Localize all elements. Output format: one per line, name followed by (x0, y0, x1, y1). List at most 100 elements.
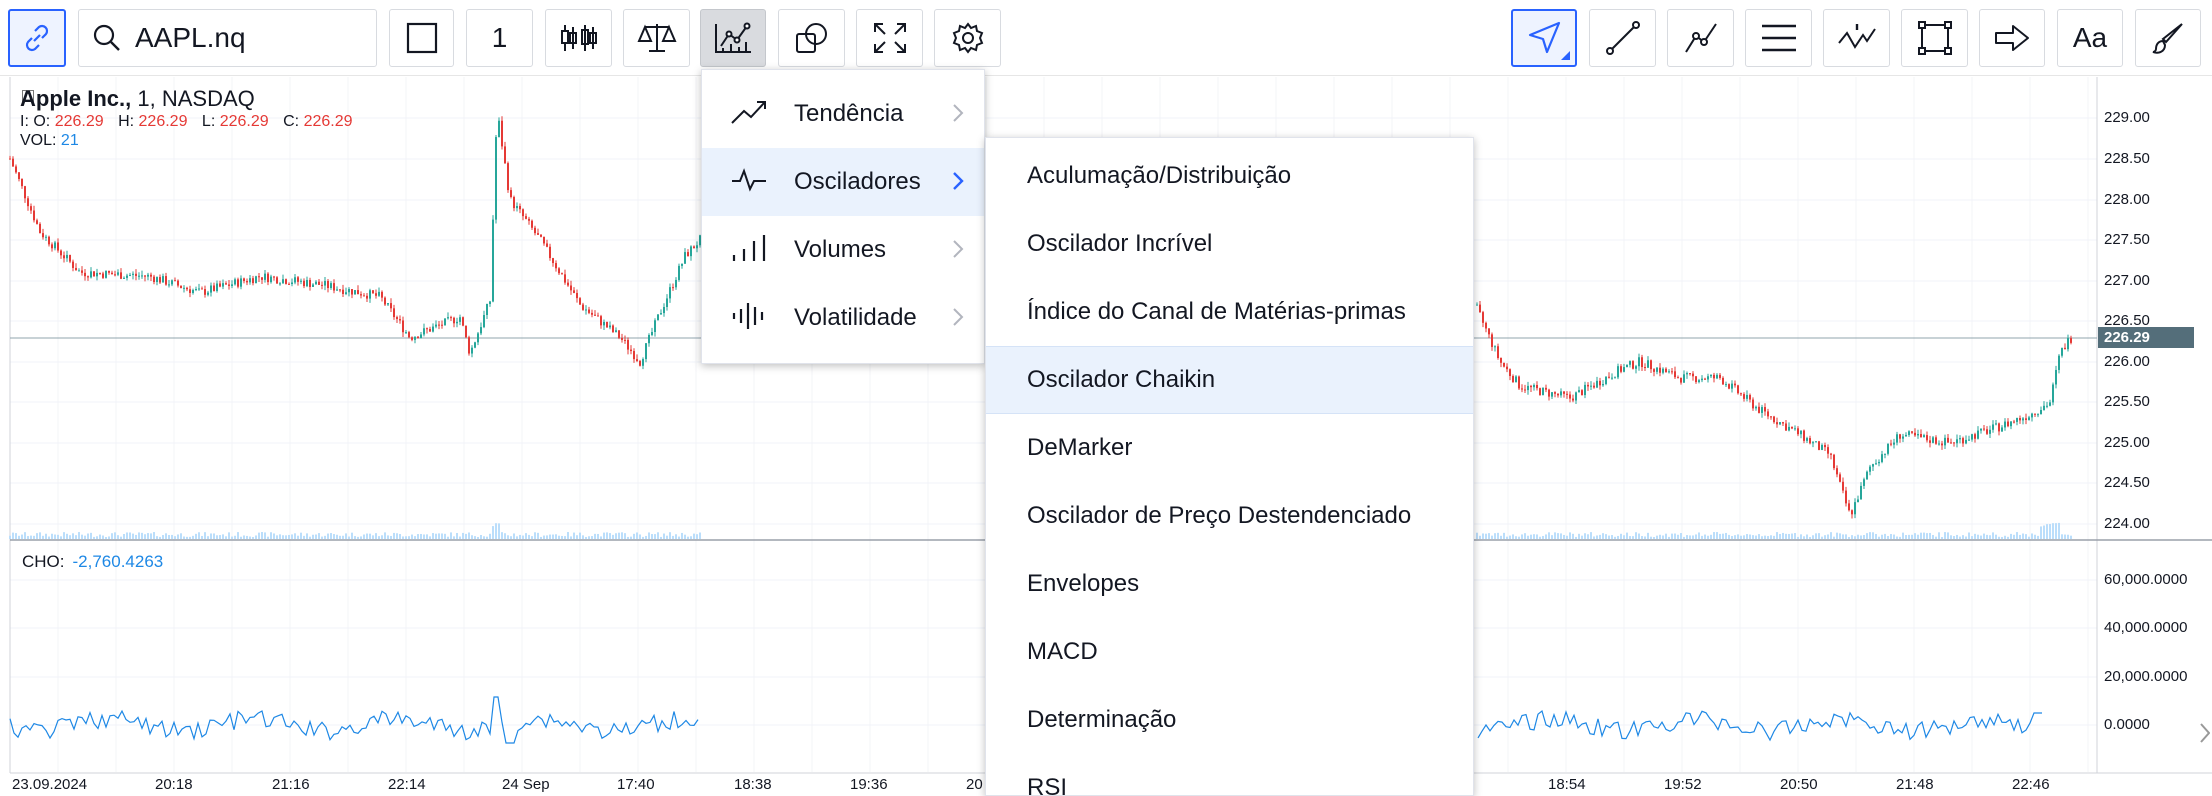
candle-body (1671, 371, 1673, 373)
volume-bar (171, 534, 173, 539)
symbol-search-input[interactable]: AAPL.nq (78, 9, 377, 67)
volume-bar (1650, 536, 1652, 539)
volume-bar (288, 534, 290, 539)
candle-body (1905, 434, 1907, 437)
candle-body (528, 218, 530, 221)
candles-button[interactable] (545, 9, 612, 67)
candle-body (1875, 463, 1877, 465)
submenu-item[interactable]: Envelopes (986, 550, 1473, 618)
volume-bar (108, 536, 110, 539)
volume-bar (129, 532, 131, 539)
candle-body (510, 190, 512, 198)
volume-bar (390, 535, 392, 539)
candle-body (285, 279, 287, 284)
menu-item-volumes[interactable]: Volumes (702, 216, 984, 284)
pattern-tool-button[interactable] (1823, 9, 1890, 67)
candle-body (633, 351, 635, 360)
shapes-button[interactable] (778, 9, 845, 67)
settings-button[interactable] (934, 9, 1001, 67)
volume-bar (549, 534, 551, 539)
candle-body (384, 297, 386, 305)
candle-body (1626, 364, 1628, 368)
candle-body (1620, 366, 1622, 372)
volume-bar (1611, 535, 1613, 539)
candle-body (297, 277, 299, 282)
volume-bar (516, 536, 518, 539)
candle-body (657, 314, 659, 321)
volume-bar (1821, 536, 1823, 539)
candle-body (1971, 434, 1973, 440)
candle-body (276, 277, 278, 284)
submenu-item[interactable]: RSI (986, 754, 1473, 795)
search-icon (93, 24, 120, 51)
fullscreen-button[interactable] (856, 9, 923, 67)
volume-bar (1881, 534, 1883, 539)
candle-body (1587, 384, 1589, 387)
cursor-tool-button[interactable] (1511, 9, 1577, 67)
indicators-button[interactable] (700, 9, 766, 67)
candle-body (1773, 416, 1775, 423)
volume-bar (1599, 534, 1601, 539)
volume-bar (2022, 533, 2024, 539)
volume-bar (1719, 533, 1721, 539)
candle-body (654, 320, 656, 333)
candle-body (1695, 376, 1697, 383)
candle-body (120, 272, 122, 279)
volume-bar (1764, 535, 1766, 539)
volume-bar (207, 536, 209, 539)
volume-bar (1698, 532, 1700, 539)
volume-bar (567, 532, 569, 539)
candle-body (141, 275, 143, 277)
submenu-item[interactable]: DeMarker (986, 414, 1473, 482)
ohlc-low-key: L: (201, 113, 216, 130)
candle-body (1656, 367, 1658, 372)
candle-body (162, 276, 164, 283)
submenu-item[interactable]: Oscilador Incrível (986, 210, 1473, 278)
volume-value: 21 (60, 132, 79, 149)
time-label: 21:16 (272, 776, 310, 793)
rectangle-tool-button[interactable] (1901, 9, 1968, 67)
submenu-item[interactable]: Aculumação/Distribuição (986, 142, 1473, 210)
candle-body (1929, 440, 1931, 443)
compare-button[interactable] (623, 9, 690, 67)
submenu-item[interactable]: Oscilador de Preço Destendenciado (986, 482, 1473, 550)
candle-body (1794, 428, 1796, 430)
candle-body (549, 246, 551, 259)
volume-bar (117, 535, 119, 539)
submenu-item[interactable]: Índice do Canal de Matérias-primas (986, 278, 1473, 346)
candle-body (537, 233, 539, 235)
arrow-tool-button[interactable] (1979, 9, 2045, 67)
volume-bar (1782, 532, 1784, 539)
interval-button[interactable]: 1 (466, 9, 533, 67)
text-tool-button[interactable]: Aa (2057, 9, 2123, 67)
fib-tool-button[interactable] (1745, 9, 1812, 67)
menu-item-trend[interactable]: Tendência (702, 80, 984, 148)
candle-body (564, 274, 566, 283)
volume-bar (2046, 524, 2048, 539)
trendline-tool-button[interactable] (1589, 9, 1656, 67)
volume-bar (414, 536, 416, 539)
volume-key: VOL: (20, 132, 57, 149)
candle-body (174, 280, 176, 282)
brush-tool-button[interactable] (2135, 9, 2201, 67)
menu-item-oscillators[interactable]: Osciladores (702, 148, 984, 216)
scroll-right-icon[interactable] (2200, 722, 2211, 749)
polyline-tool-button[interactable] (1667, 9, 1734, 67)
candle-body (243, 278, 245, 282)
candle-body (132, 273, 134, 275)
candle-body (126, 275, 128, 278)
square-icon (406, 22, 437, 54)
candle-body (1644, 367, 1646, 369)
volume-bar (315, 534, 317, 539)
submenu-item[interactable]: Determinação (986, 686, 1473, 754)
volume-bar (1680, 533, 1682, 539)
chart-style-button[interactable] (389, 9, 454, 67)
link-button[interactable] (8, 9, 66, 67)
submenu-item[interactable]: MACD (986, 618, 1473, 686)
menu-item-volatility[interactable]: Volatilidade (702, 284, 984, 352)
candle-body (447, 317, 449, 319)
candle-body (426, 328, 428, 330)
volume-bar (39, 532, 41, 539)
volume-bar (1713, 532, 1715, 539)
submenu-item-highlighted[interactable]: Oscilador Chaikin (986, 346, 1473, 414)
